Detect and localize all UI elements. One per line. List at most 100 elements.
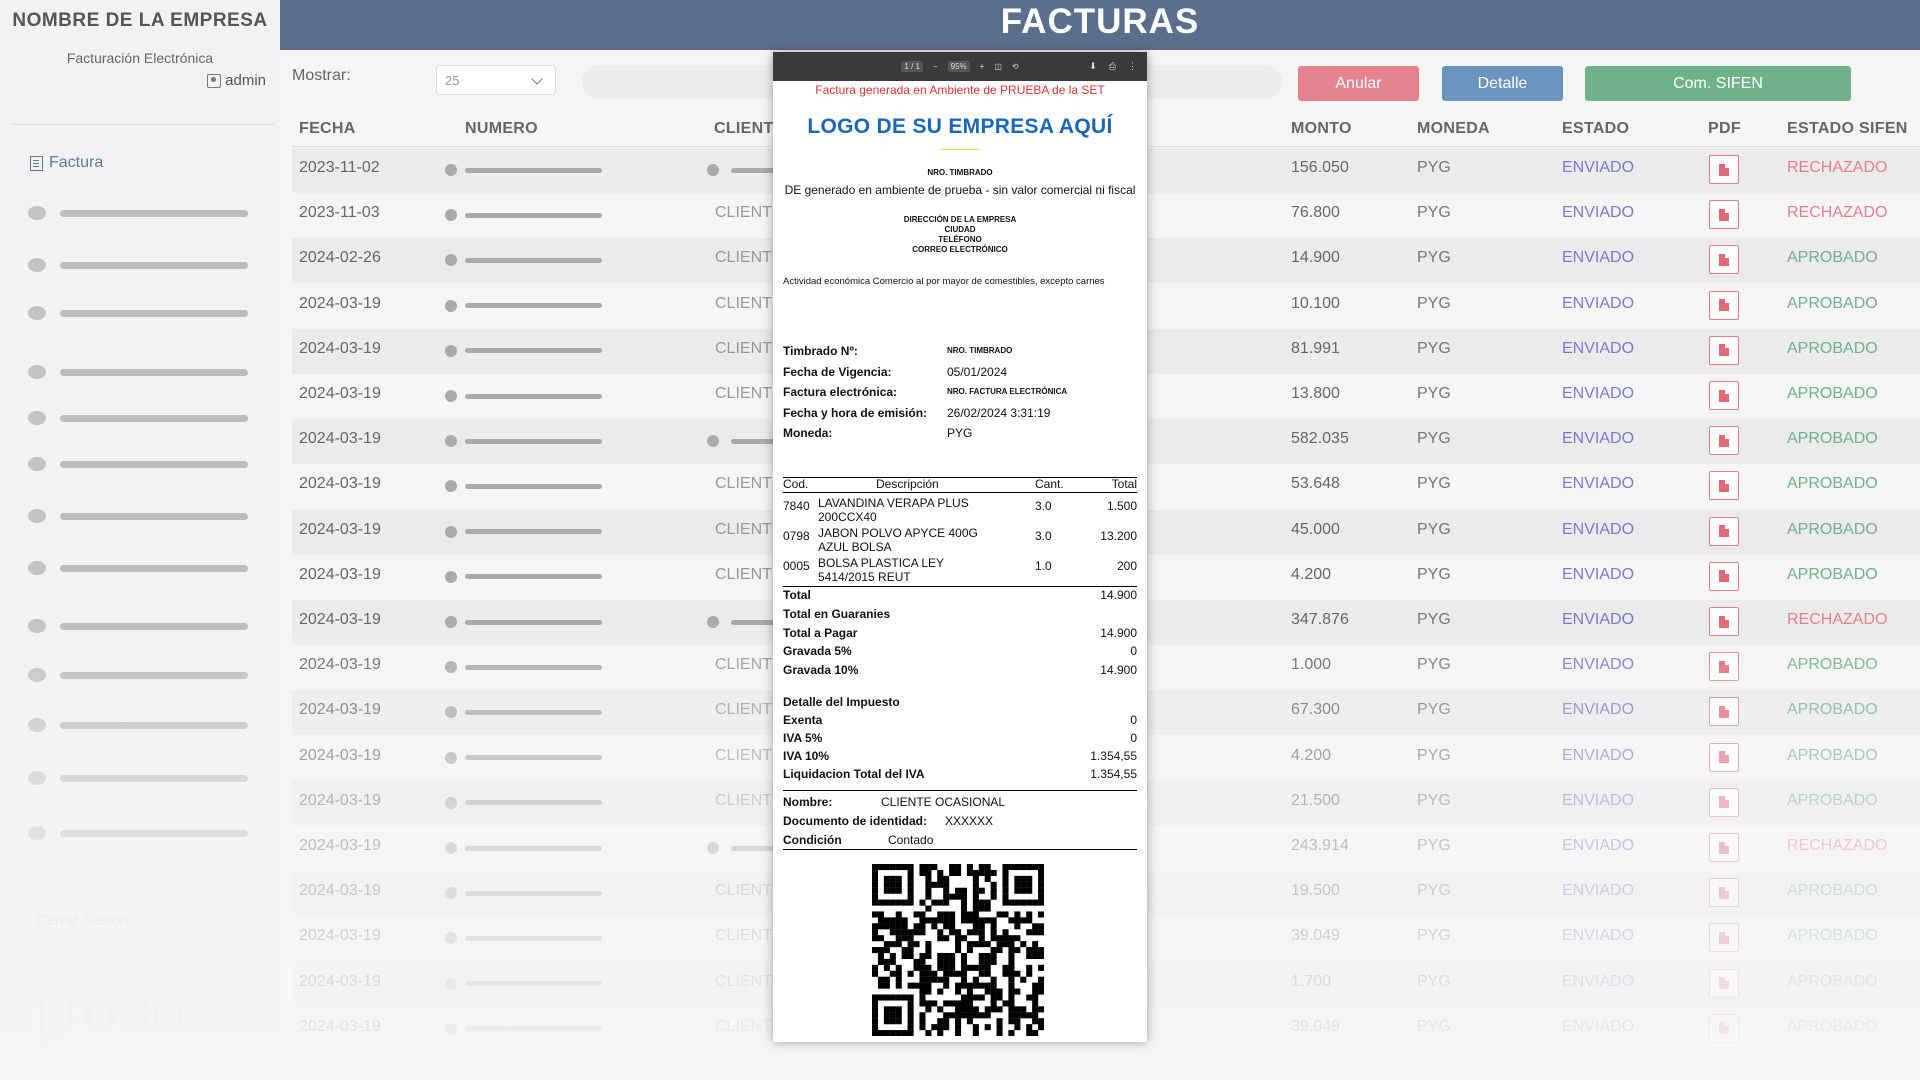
qr-code — [872, 864, 1044, 1036]
sidebar-item-placeholder[interactable] — [28, 257, 248, 273]
sidebar-item-placeholder[interactable] — [28, 717, 248, 733]
cell-numero-placeholder — [445, 977, 602, 990]
pdf-button[interactable] — [1709, 968, 1739, 998]
pdf-button[interactable] — [1709, 742, 1739, 772]
pdf-button[interactable] — [1709, 697, 1739, 727]
cell-monto: 582.035 — [1291, 430, 1349, 448]
placeholder-dot — [445, 164, 457, 176]
sidebar-item-placeholder[interactable] — [28, 456, 248, 472]
pdf-button[interactable] — [1709, 607, 1739, 636]
pdf-button[interactable] — [1709, 290, 1739, 320]
logout-link[interactable]: Cerrar Sesión — [36, 912, 129, 929]
cell-monto: 4.200 — [1291, 746, 1332, 764]
cell-fecha: 2024-03-19 — [299, 1017, 381, 1035]
com-sifen-button[interactable]: Com. SIFEN — [1585, 66, 1851, 101]
items-header-rule — [783, 492, 1137, 493]
zoom-level[interactable]: 95% — [947, 61, 970, 72]
sidebar-item-placeholder[interactable] — [28, 305, 248, 321]
cell-monto: 4.200 — [1291, 565, 1332, 583]
pdf-icon — [1719, 525, 1729, 538]
sidebar-item-placeholder[interactable] — [28, 410, 248, 426]
sidebar-item-placeholder[interactable] — [28, 825, 248, 841]
cell-cliente: CLIENT — [715, 882, 772, 900]
cell-cliente-placeholder — [707, 164, 781, 176]
total-label: Total en Guaranies — [783, 607, 891, 621]
placeholder-label — [60, 774, 248, 782]
invoice-info-value: PYG — [947, 426, 973, 440]
pdf-button[interactable] — [1709, 155, 1739, 184]
items-bottom-rule — [783, 586, 1137, 587]
sidebar-item-placeholder[interactable] — [28, 560, 248, 576]
cell-cliente: CLIENT — [715, 927, 772, 945]
detalle-button[interactable]: Detalle — [1442, 66, 1563, 101]
sidebar-item-factura[interactable]: Factura — [30, 154, 103, 172]
zoom-out-icon[interactable]: − — [933, 62, 938, 71]
column-header-pdf[interactable]: PDF — [1708, 120, 1741, 138]
pdf-button[interactable] — [1709, 426, 1739, 456]
sidebar-item-placeholder[interactable] — [28, 364, 248, 380]
pdf-icon — [1719, 479, 1729, 492]
placeholder-bar — [465, 664, 602, 670]
sidebar-item-placeholder[interactable] — [28, 508, 248, 524]
cell-estado: ENVIADO — [1562, 475, 1635, 493]
sidebar-item-placeholder[interactable] — [28, 205, 248, 221]
pdf-button[interactable] — [1709, 245, 1739, 275]
fit-page-icon[interactable]: ◫ — [994, 62, 1002, 71]
placeholder-dot — [707, 616, 719, 628]
pdf-button[interactable] — [1709, 652, 1739, 682]
placeholder-bar — [465, 935, 602, 941]
cell-estado: ENVIADO — [1562, 204, 1635, 222]
print-icon[interactable]: ⎙ — [1109, 61, 1116, 72]
column-header-numero[interactable]: NUMERO — [465, 120, 538, 138]
column-header-estado[interactable]: ESTADO — [1562, 120, 1629, 138]
zoom-in-icon[interactable]: + — [980, 62, 985, 71]
brand-logo — [39, 983, 220, 1047]
column-header-moneda[interactable]: MONEDA — [1417, 120, 1490, 138]
cell-monto: 347.876 — [1291, 611, 1349, 628]
test-environment-warning: Factura generada en Ambiente de PRUEBA d… — [815, 83, 1105, 97]
pdf-button[interactable] — [1709, 878, 1739, 908]
cell-moneda: PYG — [1417, 204, 1451, 222]
tax-detail-title: Detalle del Impuesto — [783, 695, 900, 709]
user-menu[interactable]: admin — [207, 72, 266, 89]
cell-moneda: PYG — [1417, 972, 1451, 990]
pdf-viewer[interactable]: 1 / 1 − 95% + ◫ ⟲ ⬇ ⎙ ⋮ Factura generada… — [773, 52, 1147, 1042]
cell-estado-sifen: RECHAZADO — [1787, 159, 1888, 176]
cell-fecha: 2023-11-03 — [299, 204, 380, 222]
item-description-cont: 200CCX40 — [818, 510, 877, 524]
column-header-estado-sifen[interactable]: ESTADO SIFEN — [1787, 120, 1908, 138]
download-icon[interactable]: ⬇ — [1089, 61, 1097, 72]
sidebar-item-placeholder[interactable] — [28, 667, 248, 683]
page-indicator: 1 / 1 — [901, 61, 923, 72]
pdf-button[interactable] — [1709, 381, 1739, 410]
cell-fecha: 2024-03-19 — [299, 611, 381, 628]
pdf-button[interactable] — [1709, 833, 1739, 862]
placeholder-label — [60, 512, 248, 520]
pdf-button[interactable] — [1709, 1013, 1739, 1043]
pdf-button[interactable] — [1709, 516, 1739, 546]
cell-monto: 10.100 — [1291, 294, 1340, 312]
pdf-button[interactable] — [1709, 471, 1739, 501]
cell-fecha: 2024-03-19 — [299, 565, 381, 583]
cell-cliente: CLIENT — [715, 1017, 772, 1035]
sidebar-item-placeholder[interactable] — [28, 770, 248, 786]
rotate-icon[interactable]: ⟲ — [1012, 62, 1019, 71]
cell-monto: 76.800 — [1291, 204, 1340, 222]
page-size-select[interactable]: 25 — [436, 65, 556, 95]
pdf-button[interactable] — [1709, 787, 1739, 817]
column-header-fecha[interactable]: FECHA — [299, 120, 356, 138]
placeholder-icon — [28, 771, 46, 785]
sidebar-item-placeholder[interactable] — [28, 618, 248, 634]
cell-estado-sifen: RECHAZADO — [1787, 611, 1888, 628]
cell-monto: 243.914 — [1291, 837, 1349, 854]
pdf-button[interactable] — [1709, 923, 1739, 953]
pdf-button[interactable] — [1709, 335, 1739, 365]
column-header-monto[interactable]: MONTO — [1291, 120, 1352, 138]
pdf-button[interactable] — [1709, 561, 1739, 591]
placeholder-dot — [445, 977, 457, 990]
client-label: Nombre: — [783, 795, 833, 809]
more-options-icon[interactable]: ⋮ — [1128, 61, 1137, 72]
pdf-button[interactable] — [1709, 200, 1739, 230]
column-header-cliente[interactable]: CLIENT — [714, 120, 774, 138]
anular-button[interactable]: Anular — [1298, 66, 1419, 101]
